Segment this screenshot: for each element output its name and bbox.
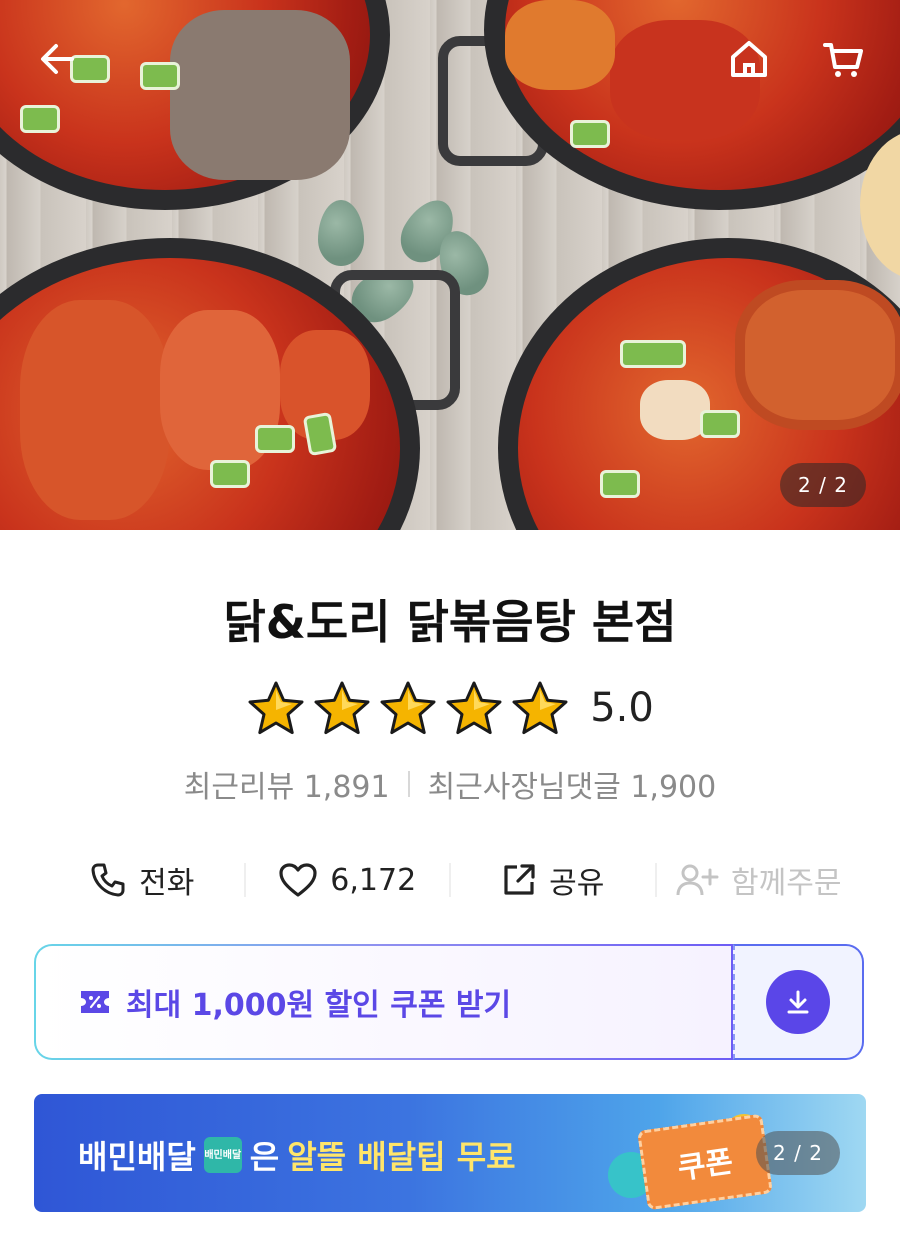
scallion xyxy=(600,470,640,498)
scallion xyxy=(20,105,60,133)
call-button[interactable]: 전화 xyxy=(40,858,244,902)
group-order-button[interactable]: 함께주문 xyxy=(657,858,861,902)
add-person-icon xyxy=(676,864,719,896)
action-bar: 전화 6,172 공유 함께주문 xyxy=(40,850,860,910)
rating-value: 5.0 xyxy=(590,685,654,731)
scallion xyxy=(255,425,295,453)
back-button[interactable] xyxy=(28,30,86,88)
banner-highlight: 알뜰 배달팁 무료 xyxy=(287,1138,516,1176)
banner-brand: 배민배달 xyxy=(78,1138,196,1176)
share-icon xyxy=(504,864,535,895)
rating-row: 5.0 xyxy=(0,680,900,736)
potato xyxy=(505,0,615,90)
coupon-ticket-illustration: 쿠폰 xyxy=(637,1113,773,1211)
banner-counter: 2 / 2 xyxy=(756,1131,840,1175)
like-count: 6,172 xyxy=(330,862,417,898)
gopchang xyxy=(735,280,900,430)
home-icon xyxy=(731,41,767,77)
divider xyxy=(407,771,410,797)
star-icon xyxy=(314,681,370,735)
scallion xyxy=(620,340,686,368)
home-button[interactable] xyxy=(720,30,778,88)
recent-owner-replies-link[interactable]: 최근사장님댓글 1,900 xyxy=(428,762,717,806)
phone-icon xyxy=(91,863,125,897)
download-coupon-button[interactable] xyxy=(766,970,831,1034)
cart-button[interactable] xyxy=(814,30,872,88)
recent-reviews-link[interactable]: 최근리뷰 1,891 xyxy=(184,762,390,806)
like-button[interactable]: 6,172 xyxy=(246,862,450,898)
star-icon xyxy=(446,681,502,735)
leaf xyxy=(318,200,364,266)
star-icon xyxy=(248,681,304,735)
scallion xyxy=(140,62,180,90)
banner-particle: 은 xyxy=(249,1138,280,1176)
coupon-card[interactable]: 최대 1,000원 할인 쿠폰 받기 xyxy=(34,944,864,1060)
beef-slices xyxy=(170,10,350,180)
chicken xyxy=(20,300,170,520)
coupon-body[interactable]: 최대 1,000원 할인 쿠폰 받기 xyxy=(34,944,733,1060)
share-label: 공유 xyxy=(549,866,605,901)
banner-headline: 배민배달 배민배달 은 알뜰 배달팁 무료 xyxy=(78,1132,516,1178)
promo-banner[interactable]: 배민배달 배민배달 은 알뜰 배달팁 무료 쿠폰 2 / 2 xyxy=(34,1094,866,1212)
scallion xyxy=(570,120,610,148)
download-icon xyxy=(787,990,809,1014)
back-arrow-icon xyxy=(41,44,74,74)
baemin-badge: 배민배달 xyxy=(203,1137,242,1173)
group-order-label: 함께주문 xyxy=(731,866,842,901)
coupon-download-area[interactable] xyxy=(732,944,864,1060)
call-label: 전화 xyxy=(139,866,195,901)
heart-icon xyxy=(279,863,317,897)
review-stats: 최근리뷰 1,891 최근사장님댓글 1,900 xyxy=(0,762,900,806)
store-hero-image[interactable]: 2 / 2 xyxy=(0,0,900,530)
image-counter: 2 / 2 xyxy=(780,463,866,507)
cart-icon xyxy=(823,43,863,77)
store-name: 닭&도리 닭볶음탕 본점 xyxy=(223,595,677,649)
coupon-label: 최대 1,000원 할인 쿠폰 받기 xyxy=(126,988,512,1023)
star-icon xyxy=(380,681,436,735)
star-icon xyxy=(512,681,568,735)
coupon-icon xyxy=(81,991,109,1013)
scallion xyxy=(700,410,740,438)
share-button[interactable]: 공유 xyxy=(451,858,655,902)
scallion xyxy=(210,460,250,488)
